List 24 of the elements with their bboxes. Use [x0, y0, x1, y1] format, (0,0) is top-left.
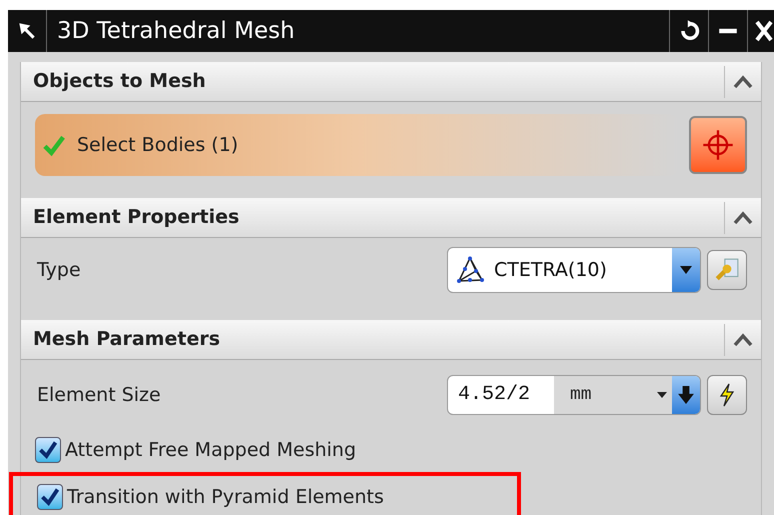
- lightning-icon: [717, 383, 737, 407]
- checkbox[interactable]: [37, 484, 63, 510]
- caret-icon[interactable]: [652, 376, 672, 414]
- field-label: Element Size: [36, 382, 162, 408]
- collapse-icon[interactable]: [733, 210, 753, 224]
- target-button[interactable]: [689, 116, 747, 174]
- section-header[interactable]: Element Properties: [21, 198, 761, 238]
- element-size-field[interactable]: 4.52/2 mm: [447, 375, 701, 415]
- tetrahedron-icon: [456, 256, 486, 284]
- checkbox-label[interactable]: Attempt Free Mapped Meshing: [65, 436, 356, 464]
- checkbox[interactable]: [35, 437, 61, 463]
- field-label: Type: [36, 258, 82, 283]
- collapse-icon[interactable]: [733, 74, 753, 88]
- section-header[interactable]: Mesh Parameters: [21, 320, 761, 360]
- section-header[interactable]: Objects to Mesh: [21, 62, 761, 102]
- crosshair-icon: [701, 128, 735, 162]
- checkbox-label[interactable]: Transition with Pyramid Elements: [67, 482, 384, 512]
- window-title: 3D Tetrahedral Mesh: [57, 16, 296, 46]
- unit-dropdown[interactable]: mm: [554, 376, 652, 414]
- close-icon[interactable]: [754, 19, 774, 43]
- edit-properties-button[interactable]: [707, 250, 747, 290]
- type-dropdown[interactable]: CTETRA(10): [447, 247, 701, 293]
- auto-size-button[interactable]: [707, 375, 747, 415]
- collapse-icon[interactable]: [733, 332, 753, 346]
